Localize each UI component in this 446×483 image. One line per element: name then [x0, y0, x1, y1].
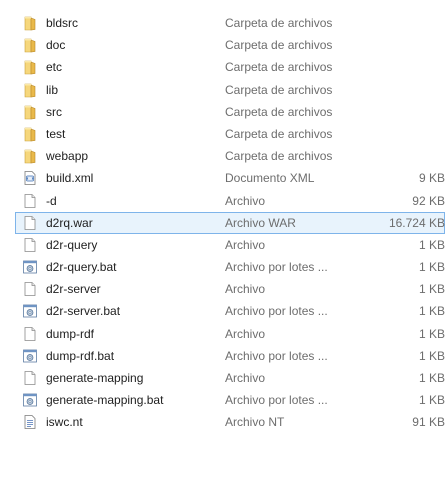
file-type: Carpeta de archivos [225, 149, 333, 164]
file-type: Archivo [225, 282, 266, 297]
file-name: lib [46, 82, 59, 97]
folder-icon [22, 126, 38, 142]
file-name: etc [46, 60, 63, 75]
folder-icon [22, 148, 38, 164]
file-name: dump-rdf.bat [46, 348, 115, 363]
file-row-dump-rdf[interactable]: dump-rdf Archivo 1 KB [0, 323, 446, 345]
file-row-src[interactable]: src Carpeta de archivos [0, 101, 446, 123]
file-type: Archivo NT [225, 415, 285, 430]
file-name: dump-rdf [46, 326, 95, 341]
file-type: Archivo por lotes ... [225, 260, 328, 275]
file-type: Archivo por lotes ... [225, 348, 328, 363]
file-type: Archivo [225, 371, 266, 385]
file-name: src [46, 104, 62, 119]
file-size: 16.724 KB [388, 215, 445, 230]
batch-file-icon [22, 259, 38, 275]
folder-icon [22, 104, 38, 120]
file-name: generate-mapping [46, 371, 144, 385]
file-row-d2r-query-bat[interactable]: d2r-query.bat Archivo por lotes ... 1 KB [0, 256, 446, 278]
file-size: 1 KB [418, 282, 445, 297]
blank-file-icon [22, 281, 38, 297]
folder-icon [22, 82, 38, 98]
file-size: 1 KB [418, 237, 445, 252]
file-row-generate-mapping-bat[interactable]: generate-mapping.bat Archivo por lotes ..… [0, 389, 446, 411]
file-name: build.xml [46, 171, 94, 186]
file-type: Archivo por lotes ... [225, 393, 328, 408]
file-row-generate-mapping[interactable]: generate-mapping Archivo 1 KB [0, 367, 446, 389]
file-row-etc[interactable]: etc Carpeta de archivos [0, 56, 446, 78]
file-type: Carpeta de archivos [225, 104, 333, 119]
file-row-dump-rdf-bat[interactable]: dump-rdf.bat Archivo por lotes ... 1 KB [0, 345, 446, 367]
file-name: d2r-server [46, 282, 101, 297]
file-name: generate-mapping.bat [46, 393, 164, 408]
file-row-d2rq-war[interactable]: d2rq.war Archivo WAR 16.724 KB [15, 211, 445, 234]
file-size: 1 KB [418, 371, 445, 385]
blank-file-icon [22, 326, 38, 342]
file-row-lib[interactable]: lib Carpeta de archivos [0, 79, 446, 101]
file-row-build-xml[interactable]: build.xml Documento XML 9 KB [0, 167, 446, 189]
file-name: d2r-server.bat [46, 304, 121, 319]
file-name: bldsrc [46, 16, 79, 30]
file-row-test[interactable]: test Carpeta de archivos [0, 123, 446, 145]
file-name: doc [46, 38, 66, 53]
batch-file-icon [22, 392, 38, 408]
text-file-icon [22, 414, 38, 430]
file-name: d2r-query.bat [46, 260, 117, 275]
file-size: 1 KB [418, 326, 445, 341]
file-type: Carpeta de archivos [225, 16, 333, 30]
file-row-d2r-server[interactable]: d2r-server Archivo 1 KB [0, 278, 446, 300]
file-type: Archivo WAR [225, 215, 296, 230]
folder-icon [22, 59, 38, 75]
file-row-doc[interactable]: doc Carpeta de archivos [0, 34, 446, 56]
batch-file-icon [22, 348, 38, 364]
blank-file-icon [22, 215, 38, 231]
folder-icon [22, 15, 38, 31]
file-size: 9 KB [418, 171, 445, 186]
file-size: 92 KB [412, 193, 445, 208]
batch-file-icon [22, 303, 38, 319]
xml-document-icon [22, 170, 38, 186]
file-type: Archivo [225, 193, 266, 208]
file-size: 1 KB [418, 304, 445, 319]
file-type: Archivo [225, 326, 266, 341]
file-type: Carpeta de archivos [225, 82, 333, 97]
blank-file-icon [22, 370, 38, 386]
file-name: iswc.nt [46, 415, 83, 430]
file-row-d2r-server-bat[interactable]: d2r-server.bat Archivo por lotes ... 1 KB [0, 300, 446, 322]
blank-file-icon [22, 193, 38, 209]
file-type: Carpeta de archivos [225, 38, 333, 53]
file-row-bldsrc[interactable]: bldsrc Carpeta de archivos [0, 12, 446, 34]
blank-file-icon [22, 237, 38, 253]
file-name: d2rq.war [46, 215, 93, 230]
file-list: bldsrc Carpeta de archivos doc Carpeta de a… [0, 12, 446, 483]
file-size: 1 KB [418, 260, 445, 275]
file-row-d[interactable]: -d Archivo 92 KB [0, 190, 446, 212]
file-type: Archivo [225, 237, 266, 252]
file-type: Carpeta de archivos [225, 126, 333, 141]
file-size: 91 KB [412, 415, 445, 430]
file-size: 1 KB [418, 348, 445, 363]
file-row-webapp[interactable]: webapp Carpeta de archivos [0, 145, 446, 167]
file-type: Archivo por lotes ... [225, 304, 328, 319]
file-row-iswc-nt[interactable]: iswc.nt Archivo NT 91 KB [0, 411, 446, 433]
file-name: webapp [46, 149, 89, 164]
file-type: Carpeta de archivos [225, 60, 333, 75]
file-name: test [46, 126, 66, 141]
file-name: d2r-query [46, 237, 98, 252]
file-row-d2r-query[interactable]: d2r-query Archivo 1 KB [0, 234, 446, 256]
file-name: -d [46, 193, 57, 208]
file-type: Documento XML [225, 171, 315, 186]
file-size: 1 KB [418, 393, 445, 408]
folder-icon [22, 37, 38, 53]
